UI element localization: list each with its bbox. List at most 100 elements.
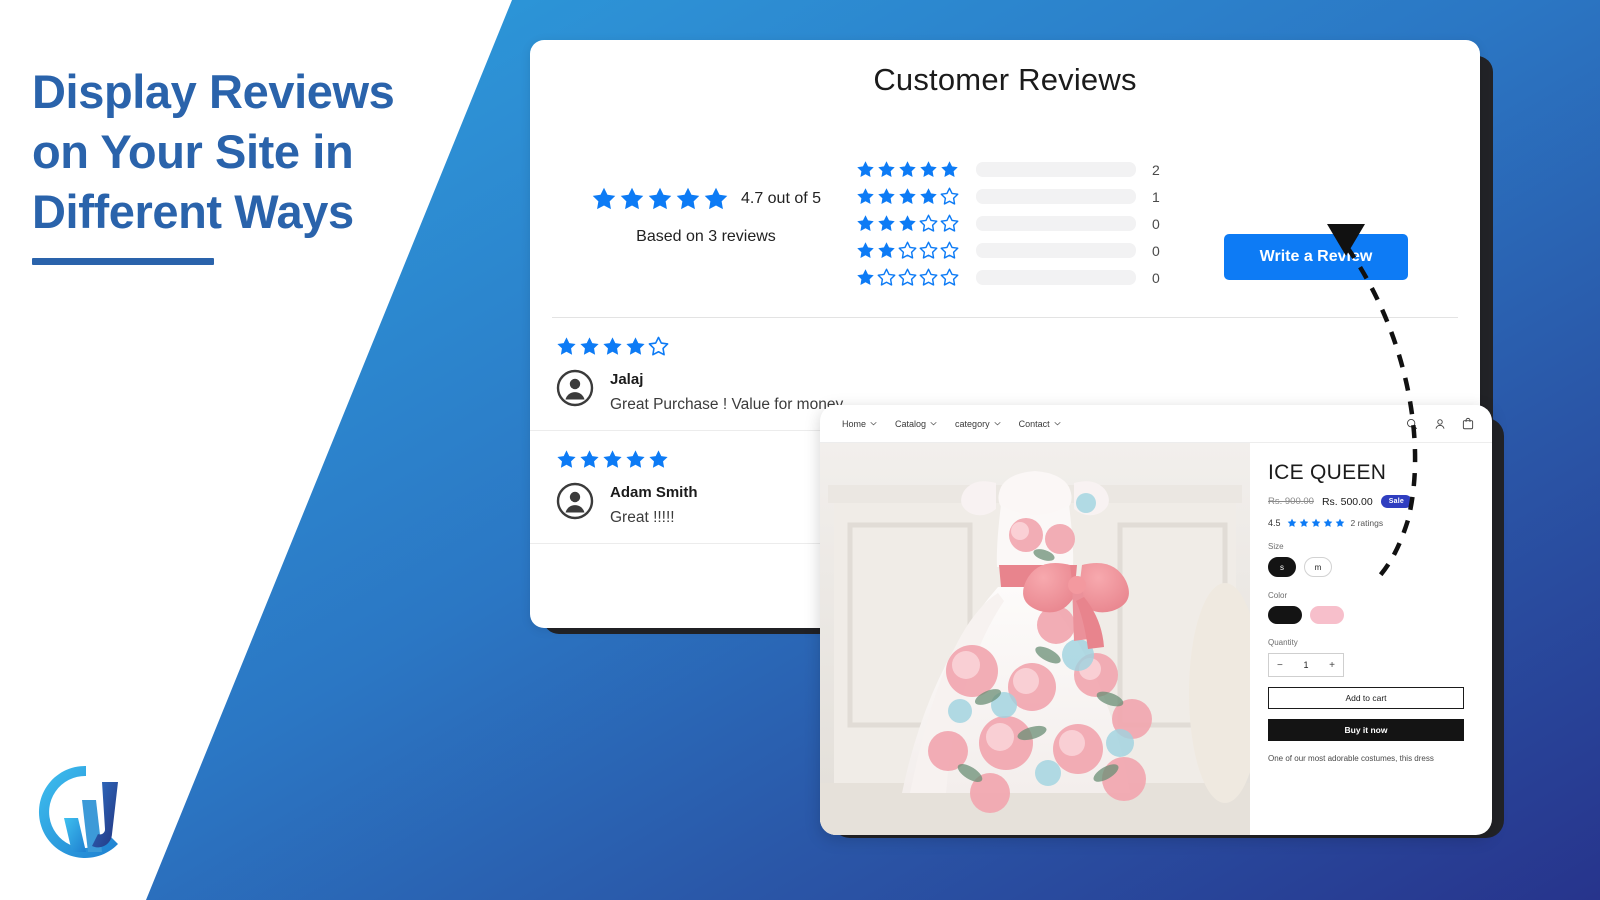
account-icon[interactable] xyxy=(1434,418,1446,430)
quantity-value: 1 xyxy=(1303,660,1309,670)
quantity-decrement-button[interactable]: − xyxy=(1277,660,1283,671)
histogram-stars xyxy=(856,268,960,287)
nav-item-catalog-label: Catalog xyxy=(895,418,927,429)
page-title-line-2: on Your Site in xyxy=(32,125,354,179)
nav-item-contact-label: Contact xyxy=(1018,418,1050,429)
histogram-stars xyxy=(856,214,960,233)
star-icon xyxy=(919,241,938,259)
size-label: Size xyxy=(1268,542,1284,551)
color-option-black[interactable] xyxy=(1268,606,1302,624)
reviews-summary-row: 4.7 out of 5 Based on 3 reviews 2 1 0 0 … xyxy=(530,98,1480,295)
star-icon xyxy=(603,450,622,468)
nav-links: Home Catalog category Contact xyxy=(842,419,1406,429)
review-stars xyxy=(556,449,669,470)
product-title: ICE QUEEN xyxy=(1268,461,1387,484)
star-icon xyxy=(1287,518,1296,527)
histogram-row[interactable]: 0 xyxy=(856,241,1176,260)
histogram-stars xyxy=(856,241,960,260)
color-option-pink[interactable] xyxy=(1310,606,1344,624)
star-icon xyxy=(557,450,576,468)
price-original: Rs. 900.00 xyxy=(1268,496,1314,507)
review-author: Adam Smith xyxy=(610,484,698,501)
nav-item-home[interactable]: Home xyxy=(842,419,877,429)
nav-item-catalog[interactable]: Catalog xyxy=(895,419,937,429)
star-icon xyxy=(878,215,895,231)
page-title-line-1: Display Reviews xyxy=(32,65,395,118)
nav-item-contact[interactable]: Contact xyxy=(1019,419,1061,429)
star-icon xyxy=(1323,518,1332,527)
avatar xyxy=(556,482,594,525)
histogram-row[interactable]: 2 xyxy=(856,160,1176,179)
histogram-stars xyxy=(856,187,960,206)
product-description: One of our most adorable costumes, this … xyxy=(1268,754,1434,763)
star-icon xyxy=(620,187,644,210)
star-icon xyxy=(857,188,874,204)
search-icon[interactable] xyxy=(1406,418,1418,430)
star-icon xyxy=(626,337,645,355)
star-icon xyxy=(920,161,937,177)
page-title: Display Reviews on Your Site in Differen… xyxy=(32,62,502,242)
nav-icon-group xyxy=(1406,417,1474,430)
histogram-stars xyxy=(856,160,960,179)
average-rating-score: 4.7 out of 5 xyxy=(740,190,822,207)
nav-item-category-label: category xyxy=(955,418,990,429)
star-icon xyxy=(898,268,917,286)
buy-it-now-button[interactable]: Buy it now xyxy=(1268,719,1464,741)
write-review-wrapper: Write a Review xyxy=(1176,126,1456,280)
price-row: Rs. 900.00 Rs. 500.00 Sale xyxy=(1268,495,1472,508)
star-icon xyxy=(857,161,874,177)
product-rating-stars xyxy=(1287,518,1345,528)
size-option-s[interactable]: s xyxy=(1268,557,1296,577)
review-text-column: Adam Smith Great !!!!! xyxy=(610,482,698,527)
product-page-window: Home Catalog category Contact ICE QUEEN … xyxy=(820,405,1492,835)
average-rating-line: 4.7 out of 5 xyxy=(556,186,856,212)
histogram-track xyxy=(976,270,1136,285)
histogram-row[interactable]: 0 xyxy=(856,268,1176,287)
sale-badge: Sale xyxy=(1380,495,1412,508)
star-icon xyxy=(592,187,616,210)
star-icon xyxy=(1335,518,1344,527)
histogram-count: 0 xyxy=(1152,215,1160,232)
chevron-down-icon xyxy=(1054,421,1061,426)
star-icon xyxy=(704,187,728,210)
star-icon xyxy=(878,161,895,177)
star-icon xyxy=(626,450,645,468)
write-a-review-button[interactable]: Write a Review xyxy=(1223,234,1409,280)
title-underline-rule xyxy=(32,258,214,266)
star-icon xyxy=(899,215,916,231)
product-image[interactable] xyxy=(820,443,1250,835)
nav-item-category[interactable]: category xyxy=(955,419,1001,429)
quantity-increment-button[interactable]: + xyxy=(1329,660,1335,671)
product-rating-count: 2 ratings xyxy=(1350,518,1384,528)
star-icon xyxy=(580,450,599,468)
star-icon xyxy=(919,214,938,232)
add-to-cart-button[interactable]: Add to cart xyxy=(1268,687,1464,709)
histogram-row[interactable]: 1 xyxy=(856,187,1176,206)
avatar xyxy=(556,369,594,412)
hero-heading-block: Display Reviews on Your Site in Differen… xyxy=(32,62,502,266)
star-icon xyxy=(919,268,938,286)
quantity-label: Quantity xyxy=(1268,638,1298,647)
size-options: s m xyxy=(1268,557,1472,577)
color-options xyxy=(1268,606,1472,624)
reviews-title: Customer Reviews xyxy=(873,62,1137,97)
histogram-track xyxy=(976,162,1136,177)
star-icon xyxy=(648,336,669,356)
chevron-down-icon xyxy=(994,421,1001,426)
star-icon xyxy=(898,241,917,259)
histogram-track xyxy=(976,243,1136,258)
histogram-count: 0 xyxy=(1152,269,1160,286)
size-option-m[interactable]: m xyxy=(1304,557,1332,577)
star-icon xyxy=(1299,518,1308,527)
review-comment: Great !!!!! xyxy=(610,509,675,526)
star-icon xyxy=(940,187,959,205)
quantity-stepper[interactable]: − 1 + xyxy=(1268,653,1344,677)
histogram-row[interactable]: 0 xyxy=(856,214,1176,233)
review-text-column: Jalaj Great Purchase ! Value for money xyxy=(610,369,843,414)
cart-icon[interactable] xyxy=(1462,417,1474,430)
nav-item-home-label: Home xyxy=(842,418,867,429)
product-rating-row: 4.5 2 ratings xyxy=(1268,518,1472,528)
product-rating-value: 4.5 xyxy=(1268,518,1281,528)
star-icon xyxy=(899,161,916,177)
star-icon xyxy=(899,188,916,204)
